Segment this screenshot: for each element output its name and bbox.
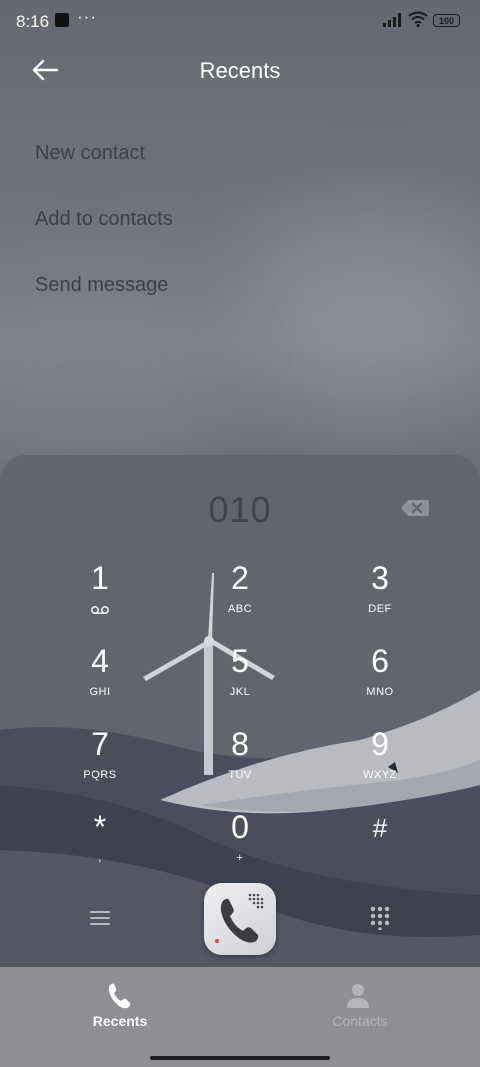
- key-letters: MNO: [366, 686, 394, 698]
- key-2[interactable]: 2 ABC: [185, 560, 295, 632]
- key-letters: ABC: [227, 603, 253, 615]
- background-haze: [0, 280, 240, 460]
- signal-icon: [383, 13, 401, 27]
- status-bar: 8:16 ··· 100: [0, 0, 480, 44]
- key-letters: WXYZ: [363, 769, 397, 781]
- add-to-contacts-item[interactable]: Add to contacts: [35, 208, 173, 231]
- backspace-icon[interactable]: [400, 499, 430, 517]
- dialpad-icon[interactable]: [370, 906, 390, 930]
- key-digit: 0: [231, 809, 249, 845]
- key-digit: 4: [91, 643, 109, 679]
- key-0[interactable]: 0 +: [185, 809, 295, 881]
- key-letters: TUV: [228, 769, 252, 781]
- key-6[interactable]: 6 MNO: [325, 643, 435, 715]
- key-digit: 1: [91, 560, 109, 596]
- key-digit: 8: [231, 726, 249, 762]
- key-letters: DEF: [368, 603, 392, 615]
- wifi-icon: [408, 11, 428, 27]
- home-indicator[interactable]: [150, 1056, 330, 1060]
- key-star[interactable]: * ,: [45, 809, 155, 881]
- key-digit: #: [372, 813, 388, 843]
- tab-contacts[interactable]: Contacts: [240, 967, 480, 1037]
- bottom-nav: Recents Contacts: [0, 967, 480, 1067]
- new-contact-item[interactable]: New contact: [35, 142, 145, 165]
- menu-icon[interactable]: [90, 910, 110, 926]
- send-message-item[interactable]: Send message: [35, 274, 168, 297]
- battery-icon: 100: [433, 14, 460, 27]
- screen: 8:16 ··· 100 Recents New contact Add to …: [0, 0, 480, 1067]
- key-digit: *: [93, 809, 107, 845]
- key-4[interactable]: 4 GHI: [45, 643, 155, 715]
- key-8[interactable]: 8 TUV: [185, 726, 295, 798]
- status-time: 8:16: [16, 12, 50, 31]
- key-5[interactable]: 5 JKL: [185, 643, 295, 715]
- key-3[interactable]: 3 DEF: [325, 560, 435, 632]
- key-9[interactable]: 9 WXYZ: [325, 726, 435, 798]
- key-letters: GHI: [89, 686, 111, 698]
- more-notifications-icon: ···: [77, 7, 97, 26]
- tab-label: Recents: [92, 1013, 148, 1029]
- key-letters: JKL: [229, 686, 251, 698]
- dial-panel: 010 1 2 ABC 3 DEF 4 GHI 5 JKL 6 MNO 7 PQ…: [0, 455, 480, 967]
- key-digit: 3: [371, 560, 389, 596]
- key-7[interactable]: 7 PQRS: [45, 726, 155, 798]
- key-digit: 5: [231, 643, 249, 679]
- key-digit: 7: [91, 726, 109, 762]
- phone-icon: [108, 983, 131, 1009]
- key-digit: 2: [231, 560, 249, 596]
- battery-level: 100: [438, 15, 455, 26]
- notification-square-icon: [55, 13, 69, 27]
- key-letters: PQRS: [83, 769, 117, 781]
- key-digit: 9: [371, 726, 389, 762]
- person-icon: [347, 984, 369, 1008]
- key-letters: +: [236, 852, 244, 864]
- key-hash[interactable]: #: [325, 809, 435, 881]
- tab-recents[interactable]: Recents: [0, 967, 240, 1037]
- phone-handset-icon: [215, 893, 264, 943]
- voicemail-icon: [91, 606, 109, 614]
- key-digit: 6: [371, 643, 389, 679]
- page-title: Recents: [199, 58, 281, 83]
- key-letters: ,: [98, 852, 102, 864]
- tab-label: Contacts: [332, 1013, 388, 1029]
- key-1[interactable]: 1: [45, 560, 155, 632]
- call-button[interactable]: [204, 883, 276, 955]
- background-haze: [240, 210, 480, 410]
